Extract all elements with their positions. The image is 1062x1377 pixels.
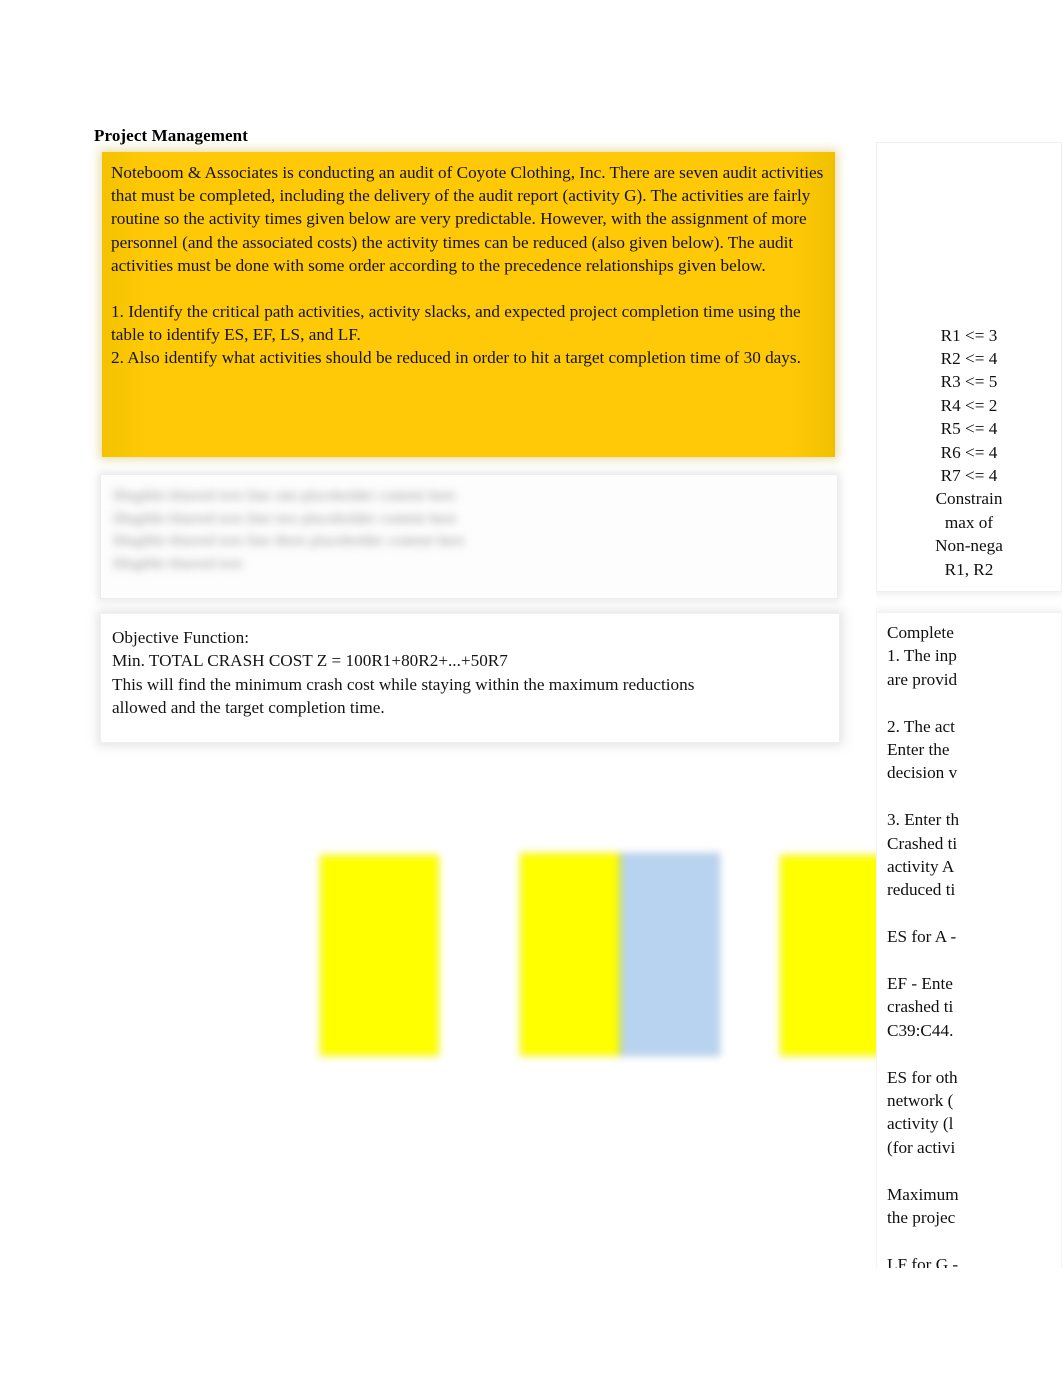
instruction-line: 2. The act <box>887 716 955 736</box>
right-side-column: R1 <= 3 R2 <= 4 R3 <= 5 R4 <= 2 R5 <= 4 … <box>876 142 1062 1268</box>
constraint-line-constrain: Constrain <box>935 489 1003 509</box>
page-title: Project Management <box>94 126 248 145</box>
instruction-line: crashed ti <box>887 997 954 1017</box>
instruction-line: the projec <box>887 1208 956 1228</box>
instruction-line: reduced ti <box>887 880 956 900</box>
instruction-line: EF - Ente <box>887 974 953 994</box>
constraints-list: R1 <= 3 R2 <= 4 R3 <= 5 R4 <= 2 R5 <= 4 … <box>877 324 1061 581</box>
constraint-line-nonneg: Non-nega <box>935 536 1003 556</box>
constraint-line-r7: R7 <= 4 <box>940 465 998 485</box>
task-two-text: 2. Also identify what activities should … <box>111 348 801 368</box>
instruction-spacer <box>887 949 1061 972</box>
blurred-text-line: Illegible blurred text line two placehol… <box>113 510 457 527</box>
instruction-spacer <box>887 1042 1061 1065</box>
instruction-spacer <box>887 902 1061 925</box>
instruction-spacer <box>887 1229 1061 1252</box>
instruction-line: are provid <box>887 669 958 689</box>
instruction-line: 3. Enter th <box>887 810 960 830</box>
instructions-panel: Complete 1. The inp are provid 2. The ac… <box>876 612 1062 1268</box>
cell-pair-group <box>520 853 720 1056</box>
constraint-line-r2: R2 <= 4 <box>940 348 998 368</box>
instruction-line: C39:C44. <box>887 1020 954 1040</box>
instruction-line: activity A <box>887 857 955 877</box>
blue-cell-middle[interactable] <box>620 853 720 1056</box>
instruction-line: ES for oth <box>887 1067 958 1087</box>
instruction-line: network ( <box>887 1091 954 1111</box>
problem-statement-box: Noteboom & Associates is conducting an a… <box>102 152 835 457</box>
blurred-note-box: Illegible blurred text line one placehol… <box>100 474 838 599</box>
constraint-line-maxof: max of <box>944 512 994 532</box>
instruction-spacer <box>887 785 1061 808</box>
instruction-line: Maximum <box>887 1184 959 1204</box>
instruction-line: 1. The inp <box>887 646 957 666</box>
objective-function-box: Objective Function: Min. TOTAL CRASH COS… <box>100 613 840 743</box>
document-page: Project Management Noteboom & Associates… <box>0 0 1062 1280</box>
objective-heading: Objective Function: <box>112 628 249 647</box>
instruction-line: LF for G - <box>887 1254 959 1268</box>
task-one-text: 1. Identify the critical path activities… <box>111 302 801 345</box>
objective-formula: Min. TOTAL CRASH COST Z = 100R1+80R2+...… <box>112 651 508 671</box>
instruction-line: Enter the <box>887 740 950 760</box>
yellow-cell-left[interactable] <box>320 855 439 1056</box>
instruction-line: ES for A - <box>887 927 957 947</box>
scenario-paragraph: Noteboom & Associates is conducting an a… <box>111 163 824 275</box>
constraint-line-vars: R1, R2 <box>944 559 994 579</box>
instruction-line: Crashed ti <box>887 833 958 853</box>
constraint-line-r5: R5 <= 4 <box>940 419 998 439</box>
instruction-spacer <box>887 691 1061 714</box>
instruction-line: (for activi <box>887 1137 956 1157</box>
instruction-line: activity (l <box>887 1114 954 1134</box>
constraint-line-r1: R1 <= 3 <box>940 325 998 345</box>
constraint-line-r6: R6 <= 4 <box>940 442 998 462</box>
instruction-spacer <box>887 1159 1061 1182</box>
blurred-text-line: Illegible blurred text <box>113 555 243 572</box>
instruction-line: Complete <box>887 623 954 642</box>
constraint-line-r3: R3 <= 5 <box>940 372 998 392</box>
blurred-text-line: Illegible blurred text line three placeh… <box>113 533 465 549</box>
yellow-cell-middle[interactable] <box>520 853 620 1056</box>
constraint-line-r4: R4 <= 2 <box>940 395 998 415</box>
constraints-panel: R1 <= 3 R2 <= 4 R3 <= 5 R4 <= 2 R5 <= 4 … <box>876 142 1062 592</box>
objective-explanation-line-1: This will find the minimum crash cost wh… <box>112 674 695 694</box>
instruction-line: decision v <box>887 763 958 783</box>
objective-explanation-line-2: allowed and the target completion time. <box>112 698 385 718</box>
blurred-text-line: Illegible blurred text line one placehol… <box>113 488 456 504</box>
